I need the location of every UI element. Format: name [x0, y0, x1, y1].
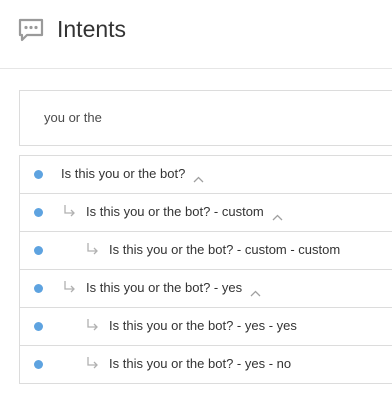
page-header: Intents — [0, 0, 392, 69]
intent-label-text: Is this you or the bot? - yes - no — [109, 356, 292, 371]
intent-label[interactable]: Is this you or the bot? - custom — [86, 204, 283, 220]
intent-label-text: Is this you or the bot? - custom — [86, 204, 264, 219]
chat-bubble-icon — [18, 17, 44, 43]
intent-status-dot-icon — [34, 246, 43, 255]
child-arrow-icon — [86, 318, 100, 332]
search-box[interactable] — [19, 90, 392, 146]
intent-row[interactable]: Is this you or the bot? - yes — [20, 270, 392, 308]
chevron-up-icon[interactable] — [250, 285, 261, 296]
search-input[interactable] — [44, 109, 374, 127]
intent-label[interactable]: Is this you or the bot? - yes - yes — [109, 318, 297, 334]
intent-row[interactable]: Is this you or the bot? — [20, 156, 392, 194]
intent-row[interactable]: Is this you or the bot? - custom — [20, 194, 392, 232]
intent-list: Is this you or the bot? Is this you or th… — [19, 155, 392, 384]
intent-row[interactable]: Is this you or the bot? - custom - custo… — [20, 232, 392, 270]
child-arrow-icon — [86, 242, 100, 256]
child-arrow-icon — [63, 280, 77, 294]
child-arrow-icon — [86, 356, 100, 370]
chevron-up-icon[interactable] — [193, 171, 204, 182]
page-title: Intents — [57, 16, 127, 42]
intent-status-dot-icon — [34, 360, 43, 369]
child-arrow-icon — [63, 204, 77, 218]
intent-status-dot-icon — [34, 208, 43, 217]
intent-status-dot-icon — [34, 284, 43, 293]
intent-status-dot-icon — [34, 170, 43, 179]
intent-label-text: Is this you or the bot? - yes - yes — [109, 318, 297, 333]
intent-label[interactable]: Is this you or the bot? - yes - no — [109, 356, 291, 372]
chevron-up-icon[interactable] — [272, 209, 283, 220]
intent-label[interactable]: Is this you or the bot? - yes — [86, 280, 261, 296]
intent-row[interactable]: Is this you or the bot? - yes - yes — [20, 308, 392, 346]
intent-label[interactable]: Is this you or the bot? - custom - custo… — [109, 242, 340, 258]
intent-status-dot-icon — [34, 322, 43, 331]
intent-label-text: Is this you or the bot? — [61, 166, 186, 181]
intent-row[interactable]: Is this you or the bot? - yes - no — [20, 346, 392, 384]
intent-label-text: Is this you or the bot? - custom - custo… — [109, 242, 341, 257]
intent-label[interactable]: Is this you or the bot? — [61, 166, 204, 182]
intent-label-text: Is this you or the bot? - yes — [86, 280, 243, 295]
